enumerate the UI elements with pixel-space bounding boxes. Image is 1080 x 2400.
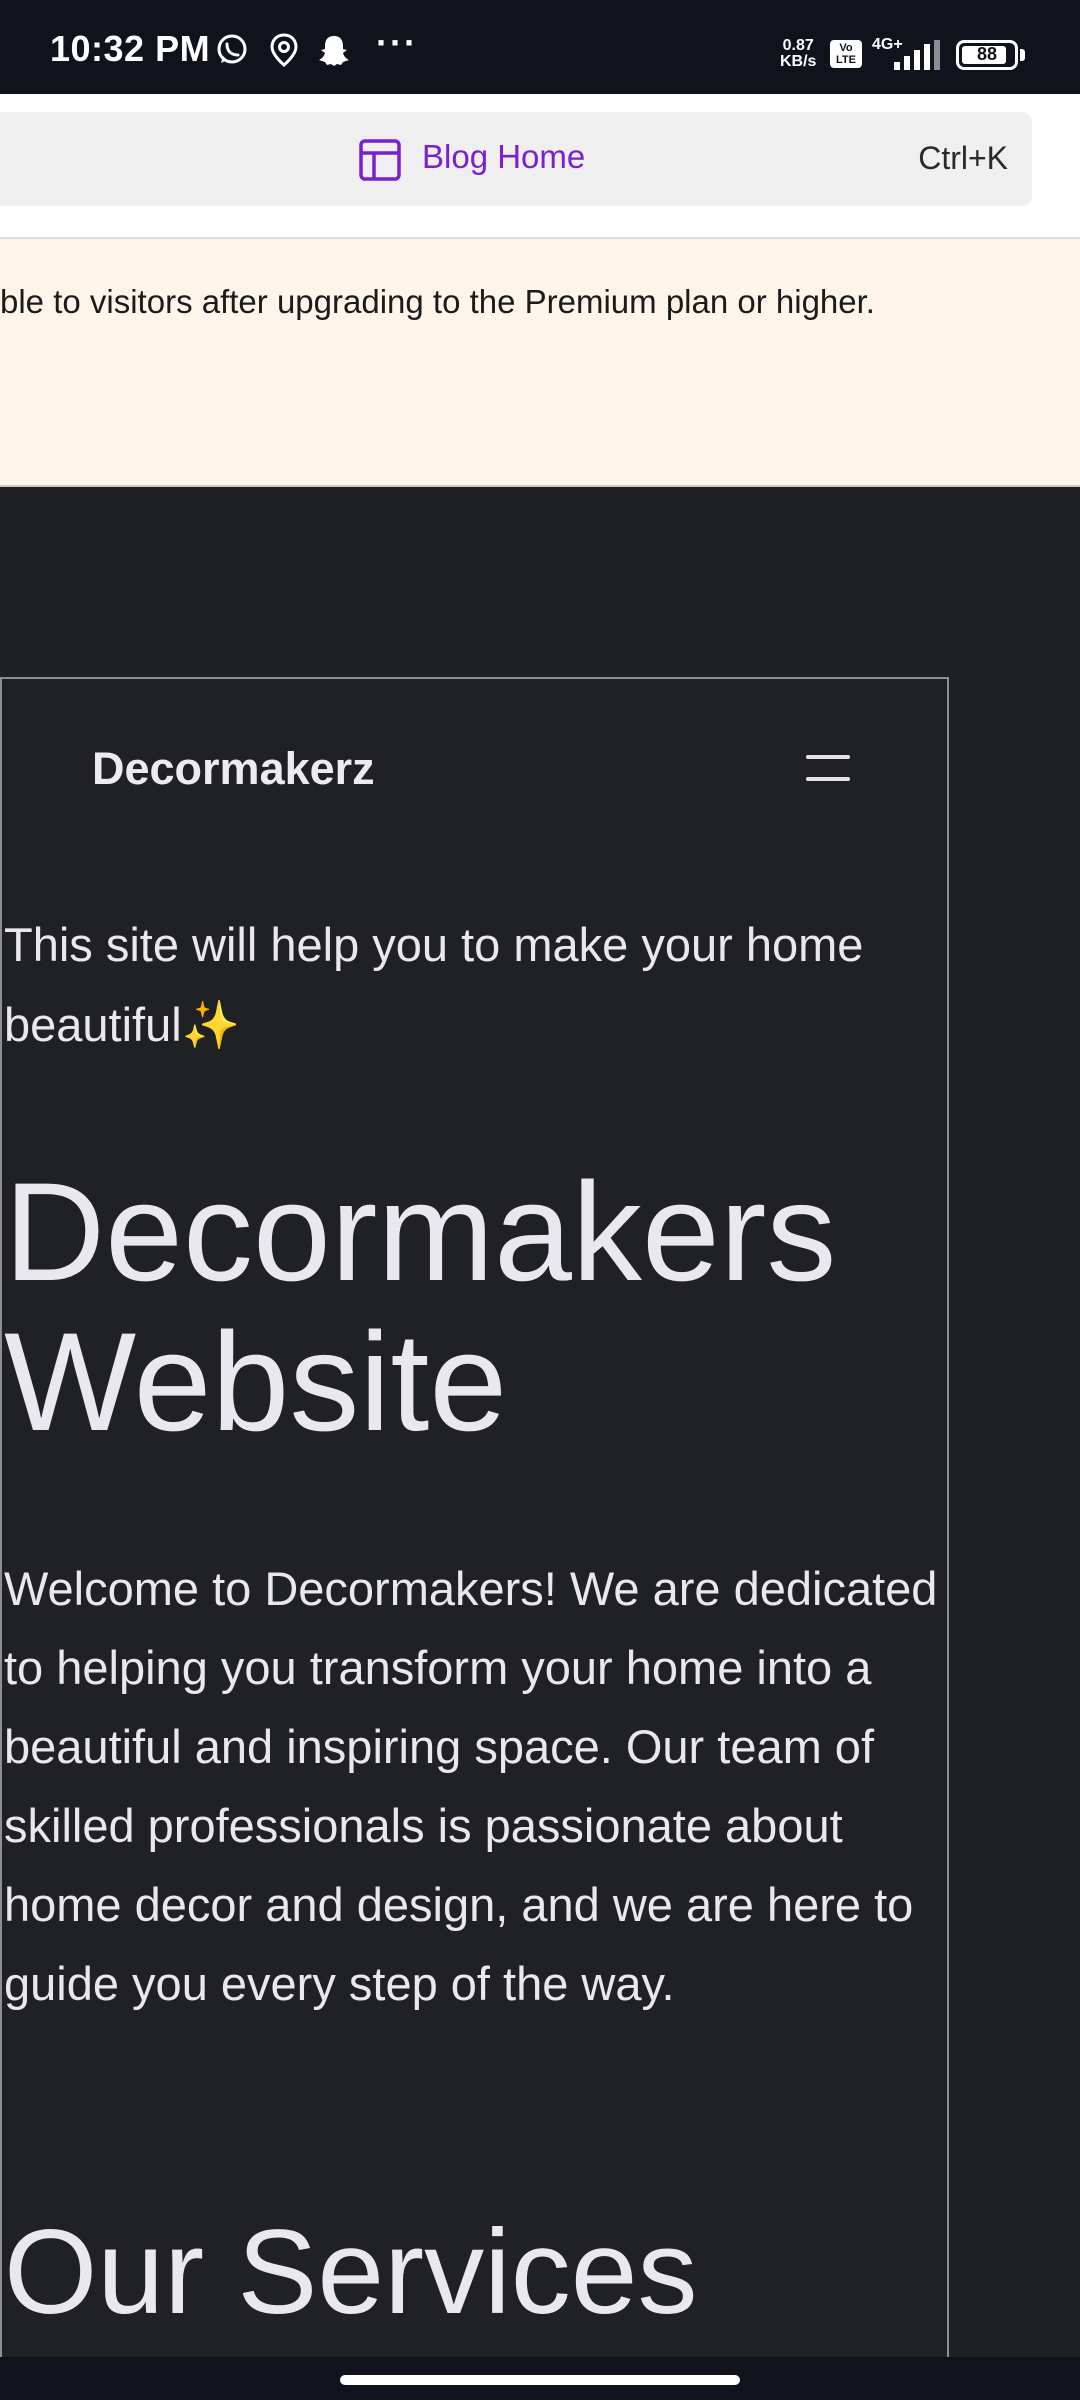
editor-top-area: Blog Home Ctrl+K xyxy=(0,94,1080,238)
location-icon xyxy=(270,33,298,67)
volte-badge: Vo LTE xyxy=(830,40,862,68)
command-bar-shortcut: Ctrl+K xyxy=(918,140,1008,176)
more-notifications-icon: ··· xyxy=(376,22,418,63)
site-brand[interactable]: Decormakerz xyxy=(92,743,375,795)
upgrade-notice: ble to visitors after upgrading to the P… xyxy=(0,239,1080,487)
site-preview: Decormakerz This site will help you to m… xyxy=(0,677,949,2357)
site-tagline: This site will help you to make your hom… xyxy=(4,918,864,1051)
whatsapp-icon xyxy=(217,34,247,64)
network-speed: 0.87 KB/s xyxy=(780,38,816,70)
hamburger-menu-icon[interactable] xyxy=(806,753,852,783)
signal-strength-icon xyxy=(894,40,940,70)
system-nav-bar xyxy=(0,2357,1080,2400)
command-bar-label: Blog Home xyxy=(422,138,586,175)
network-speed-unit: KB/s xyxy=(780,53,817,70)
battery-icon: 88 xyxy=(956,40,1018,70)
command-bar[interactable]: Blog Home Ctrl+K xyxy=(0,112,1032,206)
status-bar: 10:32 PM ··· 0.87 KB/s Vo LTE 4G+ 88 xyxy=(0,0,1080,94)
network-speed-value: 0.87 xyxy=(782,37,814,54)
layout-icon xyxy=(359,139,401,181)
battery-tip xyxy=(1020,49,1025,61)
hero-title: Decormakers Website xyxy=(4,1153,837,1460)
snapchat-icon xyxy=(319,36,349,66)
services-heading: Our Services xyxy=(4,2205,698,2339)
upgrade-notice-text: ble to visitors after upgrading to the P… xyxy=(0,283,875,320)
status-time: 10:32 PM xyxy=(50,28,211,69)
home-gesture-bar[interactable] xyxy=(340,2375,740,2385)
intro-paragraph: Welcome to Decormakers! We are dedicated… xyxy=(4,1562,938,2010)
battery-percent: 88 xyxy=(976,44,998,64)
